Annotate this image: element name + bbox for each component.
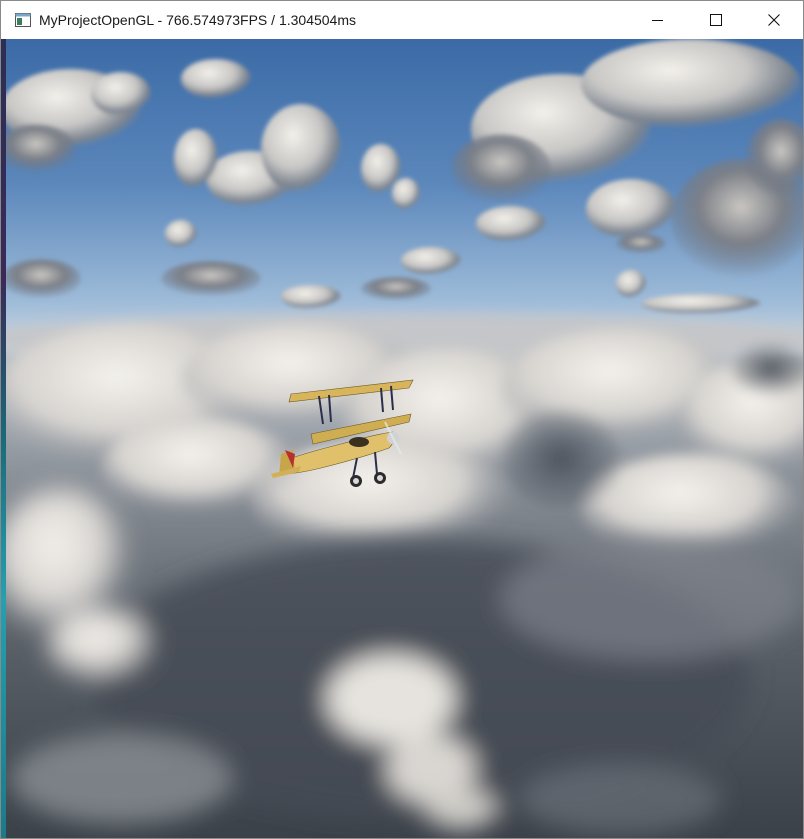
opengl-viewport[interactable] <box>1 39 803 838</box>
close-button[interactable] <box>745 1 803 39</box>
close-icon <box>768 14 780 26</box>
maximize-icon <box>710 14 722 26</box>
sky-scene <box>1 39 803 838</box>
opengl-window-icon <box>15 13 31 27</box>
maximize-button[interactable] <box>687 1 745 39</box>
background-window-edge <box>1 39 6 838</box>
window-title: MyProjectOpenGL - 766.574973FPS / 1.3045… <box>39 12 356 28</box>
title-bar[interactable]: MyProjectOpenGL - 766.574973FPS / 1.3045… <box>1 1 803 39</box>
app-window: MyProjectOpenGL - 766.574973FPS / 1.3045… <box>0 0 804 839</box>
minimize-icon <box>652 20 663 21</box>
lower-clouds <box>1 489 801 834</box>
minimize-button[interactable] <box>629 1 687 39</box>
